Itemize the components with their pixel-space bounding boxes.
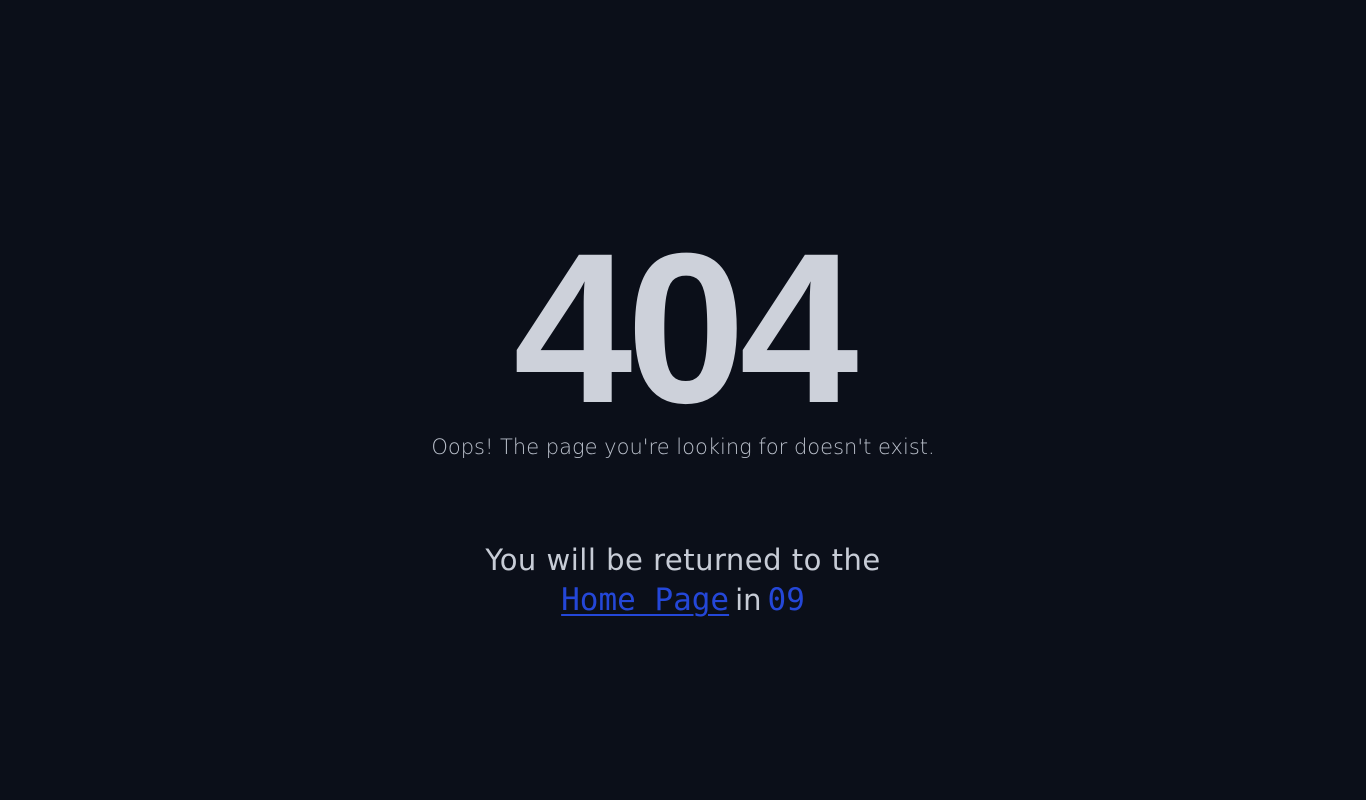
home-page-link[interactable]: Home Page	[561, 582, 729, 618]
error-code: 404	[513, 209, 858, 448]
error-message: Oops! The page you're looking for doesn'…	[431, 435, 935, 459]
redirect-text: You will be returned to the	[485, 543, 881, 577]
redirect-line: Home Page in 09	[0, 580, 1366, 620]
in-text: in	[735, 583, 762, 617]
not-found-page: 404 Oops! The page you're looking for do…	[0, 0, 1366, 800]
countdown-timer: 09	[767, 582, 805, 618]
